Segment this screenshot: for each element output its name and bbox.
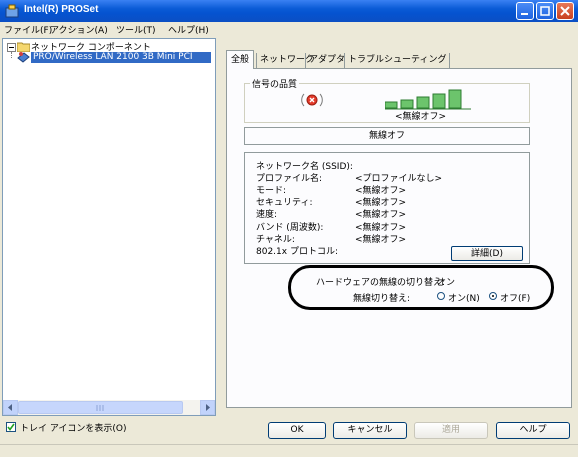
minimize-icon [521, 13, 528, 15]
collapse-toggle[interactable] [7, 43, 16, 52]
ok-button[interactable]: OK [268, 422, 326, 439]
apply-button[interactable]: 適用 [414, 422, 488, 439]
checkmark-icon [7, 423, 15, 431]
horizontal-scrollbar[interactable] [3, 400, 215, 415]
info-value: <無線オフ> [355, 210, 407, 220]
close-button[interactable] [556, 2, 574, 20]
title-bar[interactable]: Intel(R) PROSet [0, 0, 578, 22]
signal-status-label: <無線オフ> [395, 112, 447, 122]
details-button[interactable]: 詳細(D) [451, 246, 523, 261]
highlight-annotation [288, 265, 554, 310]
tab-troubleshooting[interactable]: トラブルシューティング [344, 53, 451, 68]
cancel-button[interactable]: キャンセル [333, 422, 407, 439]
help-button[interactable]: ヘルプ [496, 422, 570, 439]
tray-icon-label[interactable]: トレイ アイコンを表示(O) [20, 421, 127, 434]
info-label: 速度: [256, 210, 278, 220]
tab-general[interactable]: 全般 [226, 50, 255, 69]
minus-icon [9, 47, 14, 48]
maximize-icon [540, 6, 550, 16]
maximize-button[interactable] [536, 2, 554, 20]
scroll-right-button[interactable] [200, 400, 215, 415]
tray-icon-checkbox[interactable] [6, 422, 16, 432]
menu-file[interactable]: ファイル(F) [4, 23, 52, 36]
tree-item-adapter[interactable]: PRO/Wireless LAN 2100 3B Mini PCI [31, 52, 211, 63]
scroll-left-button[interactable] [3, 400, 18, 415]
radio-status-box: 無線オフ [244, 127, 530, 145]
no-signal-icon [301, 93, 323, 107]
component-tree[interactable]: ネットワーク コンポーネント PRO/Wireless LAN 2100 3B … [2, 38, 216, 416]
close-icon [560, 6, 570, 16]
tree-connector [11, 52, 13, 58]
arrow-right-icon [206, 404, 210, 411]
app-icon [5, 4, 19, 18]
window-title: Intel(R) PROSet [24, 4, 99, 15]
info-label: 802.1x プロトコル: [256, 247, 338, 257]
info-value: <無線オフ> [355, 235, 407, 245]
arrow-left-icon [8, 404, 12, 411]
signal-bars-icon [385, 89, 471, 110]
scroll-thumb[interactable] [18, 401, 183, 414]
menu-action[interactable]: アクション(A) [50, 23, 108, 36]
network-adapter-icon [17, 52, 30, 63]
status-bar [0, 444, 578, 457]
grip-icon [96, 405, 104, 411]
signal-quality-title: 信号の品質 [250, 77, 300, 90]
minimize-button[interactable] [516, 2, 534, 20]
tab-adapter[interactable]: アダプタ [305, 53, 348, 68]
menu-bar: ファイル(F) アクション(A) ツール(T) ヘルプ(H) [0, 22, 578, 37]
menu-help[interactable]: ヘルプ(H) [168, 23, 209, 36]
menu-tools[interactable]: ツール(T) [116, 23, 156, 36]
